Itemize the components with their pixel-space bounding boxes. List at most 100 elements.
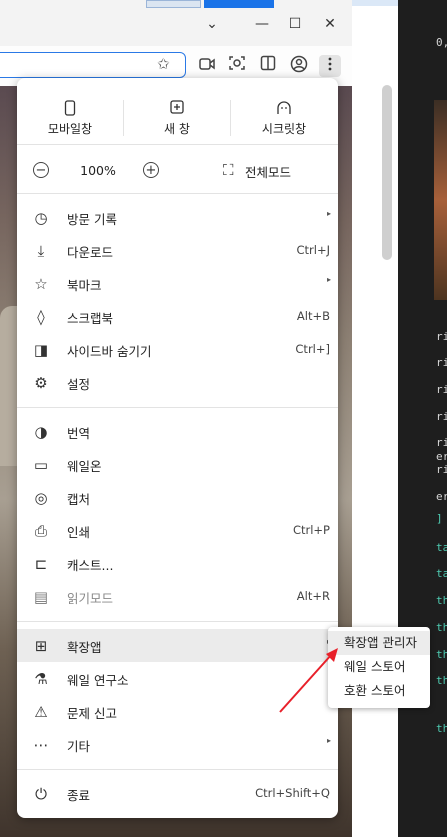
code-line: eri — [436, 490, 447, 503]
sidebar-icon[interactable] — [257, 55, 279, 77]
fullscreen-label: 전체모드 — [245, 165, 292, 180]
menu-item-label: 문제 신고 — [67, 706, 117, 721]
tab-list-dropdown-icon[interactable]: ⌄ — [198, 10, 226, 38]
menu-item-settings[interactable]: ⚙ 설정 — [17, 366, 338, 399]
code-line: th — [436, 648, 447, 661]
code-line: ript — [436, 410, 447, 423]
divider — [17, 144, 338, 145]
maximize-button[interactable]: ☐ — [281, 10, 309, 38]
minimize-button[interactable]: — — [248, 10, 276, 38]
submenu-arrow-icon: ▸ — [326, 736, 331, 745]
code-line: 0, — [436, 36, 447, 49]
cast-icon: ⊏ — [34, 555, 48, 573]
code-line: ta — [436, 567, 447, 580]
shortcut-label: Ctrl+P — [292, 523, 330, 537]
download-icon: ⤓ — [37, 242, 45, 260]
menu-item-label: 기타 — [67, 739, 91, 754]
fullscreen-icon: ⛶ — [223, 161, 234, 179]
code-line: th — [436, 621, 447, 634]
menu-item-label: 종료 — [67, 788, 91, 803]
zoom-level: 100% — [80, 163, 116, 178]
new-window-icon — [169, 100, 185, 116]
scrapbook-icon: ◊ — [37, 308, 45, 326]
menu-item-label: 웨일 연구소 — [67, 673, 129, 688]
menu-item-translate[interactable]: ◑ 번역 — [17, 415, 338, 448]
zoom-out-button[interactable]: − — [33, 162, 49, 178]
code-line: th — [436, 674, 447, 687]
more-icon[interactable] — [319, 55, 341, 77]
menu-item-bookmarks[interactable]: ☆ 북마크 ▸ — [17, 267, 338, 300]
menu-item-label: 사이드바 숨기기 — [67, 344, 152, 359]
menu-item-label: 스크랩북 — [67, 311, 114, 326]
submenu-arrow-icon: ▸ — [326, 209, 331, 218]
favorite-icon[interactable]: ✩ — [157, 55, 170, 73]
menu-item-label: 캡처 — [67, 492, 91, 507]
code-line: ript — [436, 383, 447, 396]
star-icon: ☆ — [34, 275, 48, 293]
tab[interactable] — [146, 0, 201, 8]
shortcut-label: Ctrl+J — [296, 243, 331, 257]
mobile-icon — [62, 100, 78, 116]
active-tab[interactable] — [204, 0, 274, 8]
profile-icon[interactable] — [288, 55, 310, 77]
menu-item-quit[interactable]: ⏻ 종료 Ctrl+Shift+Q — [17, 777, 338, 810]
menu-item-label: 웨일온 — [67, 459, 102, 474]
capture-icon[interactable] — [226, 55, 248, 77]
camera-capture-icon: ◎ — [34, 489, 48, 507]
menu-item-label: 다운로드 — [67, 245, 114, 260]
shortcut-label: Ctrl+] — [295, 342, 330, 356]
background-window — [352, 0, 398, 837]
code-line: ript — [436, 330, 447, 343]
scrollbar[interactable] — [382, 85, 392, 260]
menu-item-print[interactable]: ⎙ 인쇄 Ctrl+P — [17, 514, 338, 547]
menu-item-cast[interactable]: ⊏ 캐스트... — [17, 547, 338, 580]
divider — [17, 621, 338, 622]
menu-item-whaleon[interactable]: ▭ 웨일온 — [17, 448, 338, 481]
extensions-grid-icon: ⊞ — [34, 637, 48, 655]
menu-item-label: 북마크 — [67, 278, 102, 293]
video-icon[interactable] — [196, 55, 218, 77]
new-window-label: 새 창 — [164, 122, 190, 136]
code-line: th — [436, 594, 447, 607]
code-line: ] c — [436, 512, 447, 525]
submenu-arrow-icon: ▸ — [326, 275, 331, 284]
menu-item-scrapbook[interactable]: ◊ 스크랩북 Alt+B — [17, 300, 338, 333]
menu-item-capture[interactable]: ◎ 캡처 — [17, 481, 338, 514]
zoom-in-button[interactable]: + — [143, 162, 159, 178]
sidebar-toggle-icon: ◨ — [33, 341, 49, 359]
menu-item-history[interactable]: ◷ 방문 기록 ▸ — [17, 201, 338, 234]
menu-item-hide-sidebar[interactable]: ◨ 사이드바 숨기기 Ctrl+] — [17, 333, 338, 366]
menu-item-label: 확장앱 — [67, 640, 102, 655]
divider — [17, 407, 338, 408]
power-icon: ⏻ — [35, 785, 47, 803]
book-icon: ▤ — [33, 588, 49, 606]
thumbnail-image — [434, 100, 447, 300]
secret-window-button[interactable]: 시크릿창 — [231, 96, 337, 140]
more-circle-icon: ⋯ — [33, 736, 49, 754]
code-line: eri — [436, 450, 447, 463]
code-line: th — [436, 722, 447, 735]
address-bar[interactable]: ✩ — [0, 52, 186, 78]
shortcut-label: Ctrl+Shift+Q — [255, 786, 330, 800]
new-window-button[interactable]: 새 창 — [124, 96, 230, 140]
mobile-window-label: 모바일창 — [47, 122, 93, 136]
divider — [17, 769, 338, 770]
menu-item-more-tools[interactable]: ⋯ 기타 ▸ — [17, 728, 338, 761]
annotation-arrow — [279, 648, 338, 713]
close-button[interactable]: ✕ — [316, 10, 344, 38]
video-call-icon: ▭ — [33, 456, 49, 474]
gear-icon: ⚙ — [34, 374, 48, 392]
menu-item-label: 인쇄 — [67, 525, 91, 540]
clock-icon: ◷ — [34, 209, 48, 227]
background-window-header — [352, 0, 398, 6]
code-line: ta — [436, 541, 447, 554]
secret-mask-icon — [276, 100, 292, 116]
code-line: ript — [436, 463, 447, 476]
menu-item-downloads[interactable]: ⤓ 다운로드 Ctrl+J — [17, 234, 338, 267]
report-icon: ⚠ — [34, 703, 48, 721]
shortcut-label: Alt+R — [296, 589, 330, 603]
code-line: ript — [436, 356, 447, 369]
flask-icon: ⚗ — [34, 670, 48, 688]
mobile-window-button[interactable]: 모바일창 — [17, 96, 123, 140]
menu-item-reader-mode[interactable]: ▤ 읽기모드 Alt+R — [17, 580, 338, 613]
